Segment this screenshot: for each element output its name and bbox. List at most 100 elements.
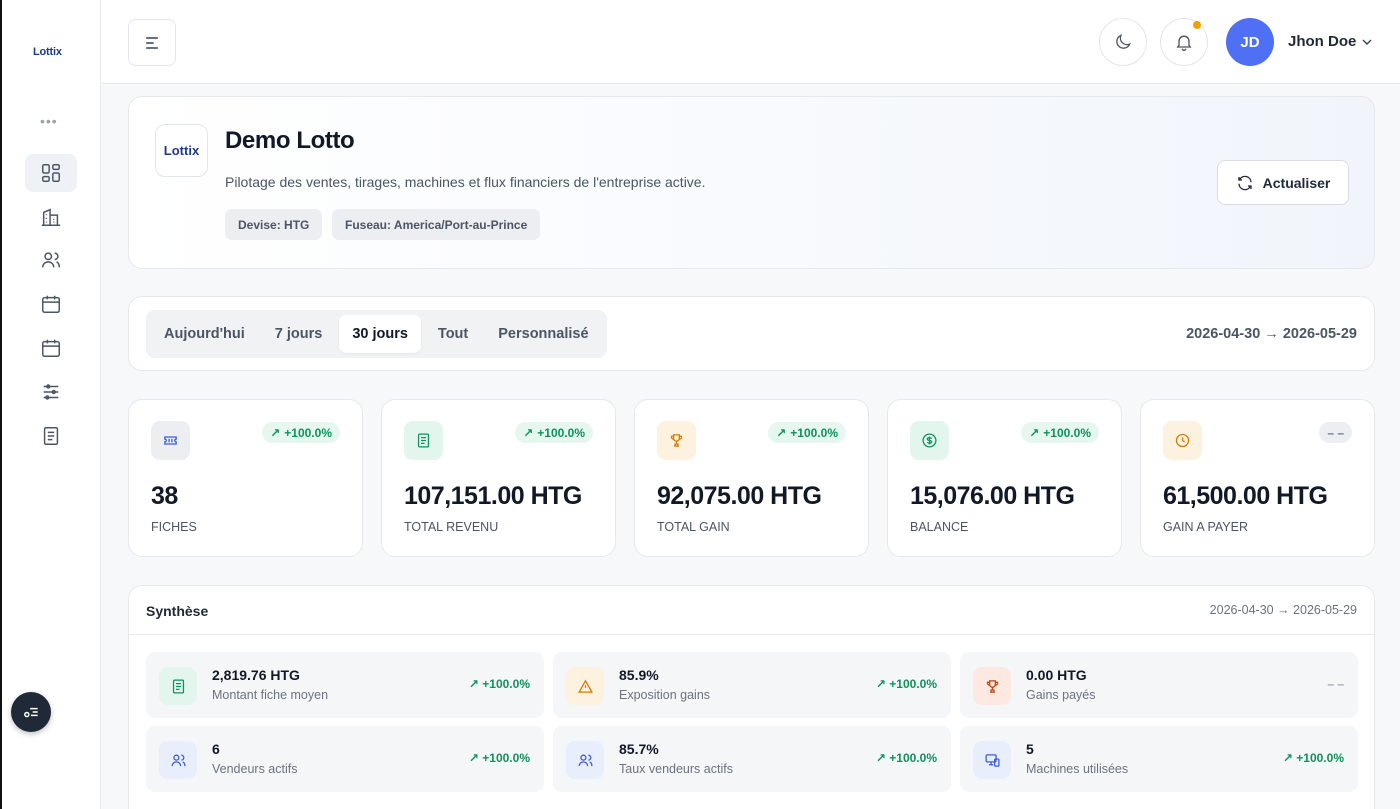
metric-delta: – – [1327,677,1344,691]
stat-icon-wrap [151,421,190,460]
sidebar-item-schedule[interactable] [25,329,77,367]
users-icon [42,252,60,268]
stat-icon-wrap [657,421,696,460]
chevron-down-icon[interactable] [1359,34,1375,50]
metric-label: Exposition gains [619,688,711,702]
tab-7-days[interactable]: 7 jours [262,315,336,353]
sidebar: Lottix ••• [0,0,101,809]
delta-badge: ↗ +100.0% [768,422,846,443]
delta-badge: ↗ +100.0% [262,422,340,443]
users-icon [170,754,186,766]
date-range: 2026-04-30 → 2026-05-29 [1186,326,1357,342]
calendar-icon [42,295,60,313]
metric-icon-wrap [566,667,604,705]
moon-icon [1116,34,1131,49]
calendar-grid-icon [42,339,60,357]
notifications-button[interactable] [1160,18,1208,66]
menu-icon [146,36,158,49]
refresh-icon [1237,175,1252,190]
metric-value: 2,819.76 HTG [212,667,300,683]
sidebar-item-users[interactable] [25,241,77,279]
quick-actions-button[interactable] [11,692,51,732]
sidebar-item-reports[interactable] [25,417,77,455]
metric-value: 0.00 HTG [1026,667,1087,683]
stat-label: TOTAL REVENU [404,520,499,534]
devices-icon [984,753,1000,767]
refresh-button[interactable]: Actualiser [1217,160,1349,205]
metric-delta: ↗ +100.0% [875,677,937,691]
stat-card-total-gain: ↗ +100.0% 92,075.00 HTG TOTAL GAIN [634,399,869,557]
theme-toggle-button[interactable] [1099,18,1147,66]
window-edge [0,0,2,809]
metric-value: 85.7% [619,741,659,757]
notification-badge [1193,21,1201,29]
sidebar-item-companies[interactable] [25,198,77,236]
clock-icon [1175,433,1190,448]
metric-value: 85.9% [619,667,659,683]
top-header: JD Jhon Doe [101,0,1400,84]
metric-delta: ↗ +100.0% [468,751,530,765]
synthesis-card: Synthèse 2026-04-30 → 2026-05-29 2,819.7… [128,585,1375,809]
users-icon [577,754,593,766]
tab-30-days[interactable]: 30 jours [339,315,421,353]
metric-label: Machines utilisées [1026,762,1129,776]
stat-card-gain-a-payer: – – 61,500.00 HTG GAIN A PAYER [1140,399,1375,557]
stat-label: FICHES [151,520,197,534]
stat-label: BALANCE [910,520,969,534]
metric-tile: 2,819.76 HTG Montant fiche moyen ↗ +100.… [146,652,544,718]
stat-value: 15,076.00 HTG [910,482,1075,510]
metric-icon-wrap [159,741,197,779]
delta-badge: ↗ +100.0% [515,422,593,443]
company-logo: Lottix [155,124,208,177]
toggle-list-icon [24,707,38,718]
tab-today[interactable]: Aujourd'hui [151,315,258,353]
delta-badge: – – [1319,422,1352,443]
avatar[interactable]: JD [1226,18,1274,66]
sidebar-item-settings[interactable] [25,373,77,411]
company-description: Pilotage des ventes, tirages, machines e… [225,174,706,190]
delta-badge: ↗ +100.0% [1021,422,1099,443]
metric-label: Gains payés [1026,688,1096,702]
company-card: Lottix Demo Lotto Pilotage des ventes, t… [128,96,1375,269]
tab-custom[interactable]: Personnalisé [485,315,601,353]
metric-value: 5 [1026,741,1034,757]
ticket-icon [164,436,177,445]
metric-icon-wrap [159,667,197,705]
metric-label: Montant fiche moyen [212,688,329,702]
receipt-icon [172,678,184,694]
bell-icon [1176,35,1192,51]
metric-tile: 0.00 HTG Gains payés – – [960,652,1358,718]
stat-card-fiches: ↗ +100.0% 38 FICHES [128,399,363,557]
sidebar-logo[interactable]: Lottix [33,46,62,58]
refresh-label: Actualiser [1262,174,1331,191]
more-icon[interactable]: ••• [40,113,58,129]
period-tabs: Aujourd'hui 7 jours 30 jours Tout Person… [146,310,607,358]
metric-icon-wrap [566,741,604,779]
sidebar-item-draws[interactable] [25,285,77,323]
metric-icon-wrap [973,741,1011,779]
synthesis-header: Synthèse 2026-04-30 → 2026-05-29 [129,586,1374,635]
metric-delta: ↗ +100.0% [1282,751,1344,765]
building-icon [41,208,61,226]
metric-delta: ↗ +100.0% [875,751,937,765]
stat-card-balance: ↗ +100.0% 15,076.00 HTG BALANCE [887,399,1122,557]
warning-icon [577,679,593,693]
user-name[interactable]: Jhon Doe [1288,33,1356,50]
dollar-icon [922,433,937,448]
page-title: Demo Lotto [225,127,355,154]
stat-value: 38 [151,482,178,510]
timezone-chip: Fuseau: America/Port-au-Prince [332,209,541,240]
metric-icon-wrap [973,667,1011,705]
sidebar-item-dashboard[interactable] [25,154,77,192]
dashboard-icon [42,164,60,182]
metric-tile: 6 Vendeurs actifs ↗ +100.0% [146,726,544,792]
period-selector: Aujourd'hui 7 jours 30 jours Tout Person… [128,296,1375,371]
sliders-icon [43,384,59,400]
synthesis-range: 2026-04-30 → 2026-05-29 [1209,603,1357,617]
stat-value: 61,500.00 HTG [1163,482,1328,510]
stat-card-total-revenu: ↗ +100.0% 107,151.00 HTG TOTAL REVENU [381,399,616,557]
tab-all[interactable]: Tout [425,315,481,353]
currency-chip: Devise: HTG [225,209,323,240]
menu-toggle-button[interactable] [128,19,176,66]
metric-tile: 85.7% Taux vendeurs actifs ↗ +100.0% [553,726,951,792]
